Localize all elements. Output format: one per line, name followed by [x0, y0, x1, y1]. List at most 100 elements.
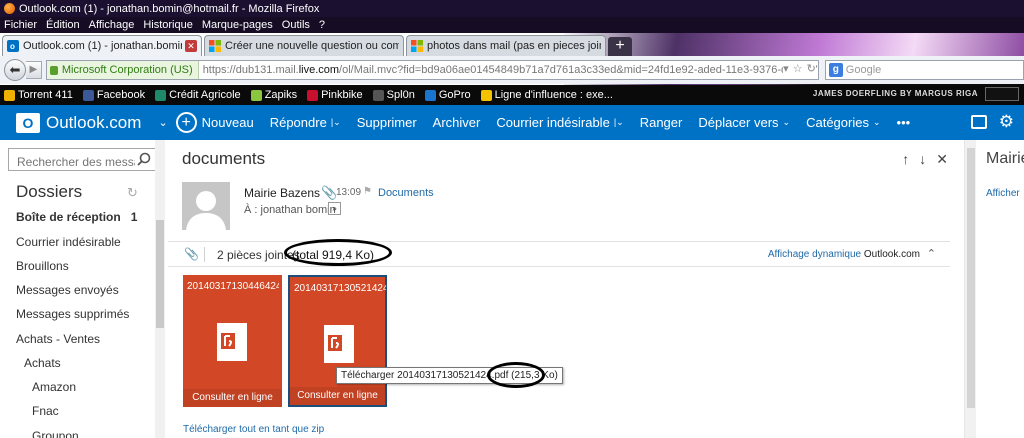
chevron-down-icon: ⌄ [782, 117, 791, 127]
pdf-document-icon [324, 325, 354, 363]
plus-icon: + [175, 112, 197, 133]
zapiks-icon [250, 89, 262, 101]
archive-button[interactable]: Archiver [433, 115, 481, 130]
folder-scrollbar[interactable] [155, 140, 165, 438]
reading-scrollbar[interactable] [964, 140, 976, 438]
folder-achats[interactable]: Achats [24, 356, 61, 370]
search-input[interactable] [8, 148, 158, 171]
search-icon[interactable] [137, 152, 151, 166]
flag-icon[interactable]: ⚑ [363, 186, 372, 197]
more-button[interactable]: ••• [897, 115, 911, 130]
view-online-link[interactable]: Consulter en ligne [183, 389, 282, 407]
folder-inbox[interactable]: Boîte de réception 1 [16, 210, 137, 224]
menu-marque-pages[interactable]: Marque-pages [202, 19, 273, 31]
junk-button[interactable]: Courrier indésirable |⌄ [496, 115, 623, 130]
view-online-link[interactable]: Consulter en ligne [290, 387, 385, 405]
download-zip-link[interactable]: Télécharger tout en tant que zip [183, 424, 324, 435]
folders-title: Dossiers [16, 182, 83, 201]
menu-affichage[interactable]: Affichage [89, 19, 135, 31]
folder-drafts[interactable]: Brouillons [16, 259, 69, 273]
divider [204, 247, 205, 262]
chevron-up-icon[interactable]: ⌃ [927, 247, 936, 260]
attachments-bar: 📎 2 pièces jointes (total 919,4 Ko) Affi… [168, 239, 950, 267]
new-button[interactable]: + Nouveau [175, 112, 254, 133]
bookmark-facebook[interactable]: Facebook [82, 89, 145, 101]
chevron-double-down-icon: » [332, 204, 337, 213]
search-engine-box[interactable]: g Google [824, 60, 1024, 80]
bookmark-icon [480, 89, 492, 101]
menu-edition[interactable]: Édition [46, 19, 80, 31]
dropdown-icon[interactable]: ▾ [783, 62, 789, 75]
menu-help[interactable]: ? [319, 19, 325, 31]
folder-junk[interactable]: Courrier indésirable [16, 235, 121, 249]
arrow-down-icon[interactable]: ↓ [919, 151, 926, 168]
menu-fichier[interactable]: Fichier [4, 19, 37, 31]
sweep-button[interactable]: Ranger [640, 115, 683, 130]
sender-avatar[interactable] [182, 182, 230, 230]
gear-icon[interactable]: ⚙ [999, 113, 1014, 130]
bookmark-star-icon[interactable]: ☆ [793, 62, 803, 75]
url-bar[interactable]: Microsoft Corporation (US) https://dub13… [45, 60, 819, 80]
bookmark-torrent411[interactable]: Torrent 411 [4, 89, 73, 101]
menu-outils[interactable]: Outils [282, 19, 310, 31]
back-button[interactable]: ⬅ [4, 59, 26, 81]
folder-sent[interactable]: Messages envoyés [16, 283, 119, 297]
folder-fnac[interactable]: Fnac [32, 404, 59, 418]
delete-button[interactable]: Supprimer [357, 115, 417, 130]
folder-groupon[interactable]: Groupon [32, 429, 79, 438]
bookmark-gopro[interactable]: GoPro [424, 89, 471, 101]
menu-bar: Fichier Édition Affichage Historique Mar… [0, 17, 1024, 33]
bookmark-credit-agricole[interactable]: Crédit Agricole [155, 89, 241, 101]
tab-outlook[interactable]: o Outlook.com (1) - jonathan.bomin@... ✕ [2, 35, 202, 56]
move-button[interactable]: Déplacer vers ⌄ [698, 115, 790, 130]
refresh-icon[interactable]: ↻ [127, 185, 138, 201]
window-titlebar: Outlook.com (1) - jonathan.bomin@hotmail… [0, 0, 1024, 17]
message-category[interactable]: Documents [378, 187, 434, 199]
tab-question[interactable]: Créer une nouvelle question ou com... [204, 35, 404, 56]
reading-controls: ↑ ↓ ✕ [902, 151, 948, 168]
close-icon[interactable]: ✕ [936, 151, 948, 168]
header-right: ⚙ [970, 113, 1014, 130]
tab-photos[interactable]: photos dans mail (pas en pieces joint... [406, 35, 606, 56]
forward-button[interactable]: ▶ [25, 61, 42, 79]
show-contact-link[interactable]: Afficher [986, 188, 1020, 199]
folder-deleted[interactable]: Messages supprimés [16, 307, 129, 321]
chevron-down-icon[interactable]: ⌄ [149, 116, 167, 129]
search-engine-placeholder: Google [845, 64, 882, 76]
scrollbar-thumb[interactable] [156, 220, 164, 328]
categories-button[interactable]: Catégories ⌄ [806, 115, 880, 130]
navigation-bar: ⬅ ▶ Microsoft Corporation (US) https://d… [0, 56, 1024, 84]
sender-name[interactable]: Mairie Bazens [244, 186, 320, 200]
chat-icon[interactable] [970, 114, 987, 129]
close-icon[interactable]: ✕ [185, 40, 197, 52]
chevron-down-icon[interactable]: |⌄ [614, 117, 624, 128]
outlook-brand[interactable]: Outlook.com [46, 113, 141, 133]
chevron-down-icon: ⌄ [872, 117, 881, 127]
expand-recipients-button[interactable]: » [328, 202, 341, 215]
folder-amazon[interactable]: Amazon [32, 380, 76, 394]
bookmark-zapiks[interactable]: Zapiks [250, 89, 297, 101]
bookmark-splon[interactable]: Spl0n [372, 89, 415, 101]
theme-logo [985, 87, 1019, 101]
chevron-down-icon[interactable]: |⌄ [331, 117, 341, 128]
attachment-tile[interactable]: 20140317130446424.... Consulter en ligne [183, 275, 282, 407]
attachment-tile[interactable]: 20140317130521424.... Consulter en ligne [288, 275, 387, 407]
reply-button[interactable]: Répondre |⌄ [270, 115, 341, 130]
facebook-icon [82, 89, 94, 101]
bookmark-pinkbike[interactable]: Pinkbike [307, 89, 363, 101]
attachment-name: 20140317130521424.... [294, 283, 386, 294]
pdf-document-icon [217, 323, 247, 361]
menu-historique[interactable]: Historique [143, 19, 193, 31]
site-identity[interactable]: Microsoft Corporation (US) [46, 61, 199, 79]
outlook-favicon-icon: o [7, 40, 19, 52]
outlook-logo-icon[interactable]: O [16, 112, 40, 133]
message-time: 13:09 [336, 187, 362, 198]
bookmark-ligne-influence[interactable]: Ligne d'influence : exe... [480, 89, 613, 101]
dynamic-view-label[interactable]: Affichage dynamique Outlook.com [768, 249, 920, 260]
reload-icon[interactable]: ↻ [807, 62, 816, 75]
new-tab-button[interactable]: + [608, 37, 632, 56]
scrollbar-thumb[interactable] [967, 148, 975, 408]
arrow-up-icon[interactable]: ↑ [902, 151, 909, 168]
pinkbike-icon [307, 89, 319, 101]
folder-achats-ventes[interactable]: Achats - Ventes [16, 332, 100, 346]
